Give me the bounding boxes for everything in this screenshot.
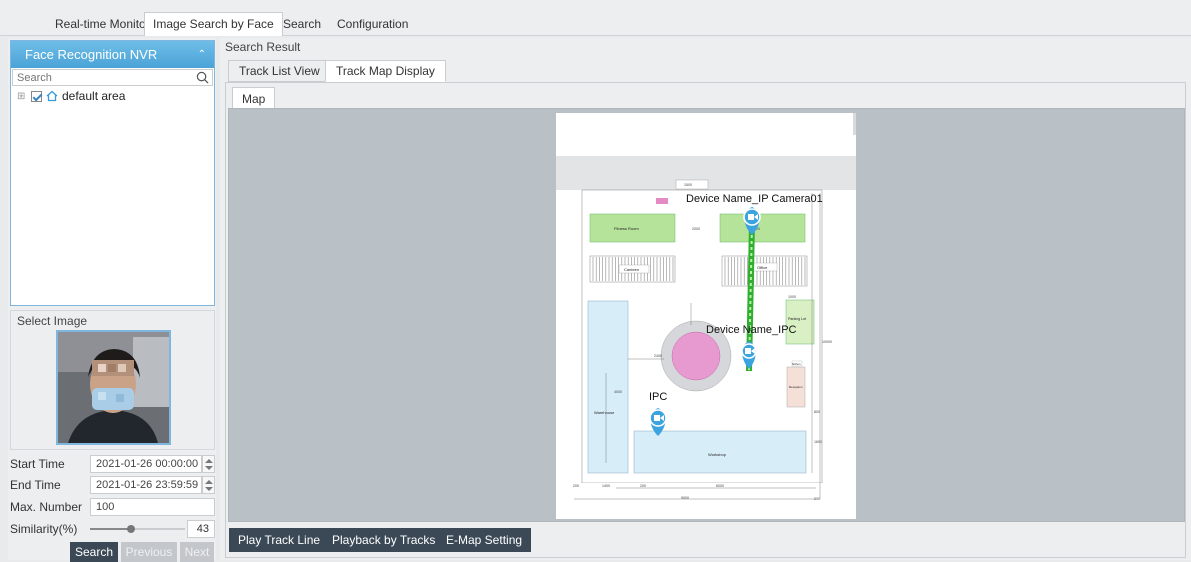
- face-image[interactable]: [56, 330, 171, 445]
- search-button[interactable]: Search: [70, 542, 118, 562]
- start-time-label: Start Time: [10, 457, 65, 471]
- device-tree-header[interactable]: Face Recognition NVR ⌃: [11, 41, 214, 68]
- tab-image-search-by-face[interactable]: Image Search by Face: [144, 12, 283, 36]
- end-time-field[interactable]: 2021-01-26 23:59:59: [90, 476, 202, 494]
- map-dim-label: 1600: [814, 440, 822, 444]
- similarity-slider-fill: [90, 528, 131, 530]
- map-room-label-reception: Reception: [789, 385, 803, 389]
- start-time-stepper[interactable]: [202, 455, 215, 473]
- map-dim-label: 1400: [602, 484, 610, 488]
- camera-label-ipc: IPC: [649, 391, 667, 403]
- similarity-slider[interactable]: [90, 525, 185, 533]
- similarity-row: Similarity(%) 43: [10, 520, 216, 538]
- map-dim-label: 6000: [716, 484, 724, 488]
- map-room-label-office: Office: [757, 265, 768, 270]
- camera-label-ipc-center: Device Name_IPC: [706, 324, 797, 336]
- search-icon[interactable]: [196, 71, 209, 84]
- playback-by-tracks-button[interactable]: Playback by Tracks: [323, 528, 445, 552]
- map-dim-label: 1000: [788, 295, 796, 299]
- map-viewport[interactable]: Fitness Room Canteen Office Parking Lot …: [228, 108, 1185, 522]
- main-panel: Search Result Track List View Track Map …: [220, 38, 1191, 560]
- map-dim-label: 10000: [822, 340, 832, 344]
- map-dim-label: 1500: [684, 183, 692, 187]
- emap-setting-button[interactable]: E-Map Setting: [437, 528, 532, 552]
- left-panel: Face Recognition NVR ⌃ ⊞ default area Se…: [8, 38, 216, 562]
- map-room-label-kitchen: Kitchen: [792, 363, 801, 366]
- select-image-panel: Select Image: [10, 310, 215, 450]
- similarity-label: Similarity(%): [10, 522, 78, 536]
- tree-search-input[interactable]: [13, 70, 193, 85]
- map-room-label-canteen: Canteen: [624, 267, 639, 272]
- tree-item-default-area[interactable]: ⊞ default area: [17, 89, 125, 103]
- map-room-label-workshop: Workshop: [708, 452, 727, 457]
- start-time-field[interactable]: 2021-01-26 00:00:00: [90, 455, 202, 473]
- chevron-up-icon[interactable]: ⌃: [198, 41, 206, 68]
- map-dim-label: 200: [640, 484, 646, 488]
- expand-icon[interactable]: ⊞: [17, 91, 27, 102]
- end-time-label: End Time: [10, 478, 61, 492]
- track-map-panel: Map Fitness Room Canteen Office Parking …: [225, 82, 1186, 558]
- tab-configuration[interactable]: Configuration: [329, 13, 416, 35]
- map-room-label-warehouse: Warehouse: [594, 410, 615, 415]
- next-button[interactable]: Next: [180, 542, 214, 562]
- home-icon: [46, 90, 58, 102]
- select-image-label: Select Image: [17, 314, 88, 328]
- max-number-label: Max. Number: [10, 500, 83, 514]
- tab-track-list-view[interactable]: Track List View: [228, 60, 331, 82]
- device-tree-title: Face Recognition NVR: [25, 47, 158, 62]
- tab-map[interactable]: Map: [232, 87, 276, 109]
- map-room-label-fitness: Fitness Room: [614, 226, 639, 231]
- map-dim-label: 2000: [692, 227, 700, 231]
- device-tree-panel: Face Recognition NVR ⌃ ⊞ default area: [10, 40, 215, 306]
- map-dim-label: 800: [814, 410, 820, 414]
- search-result-label: Search Result: [225, 40, 301, 54]
- similarity-value-field[interactable]: 43: [187, 520, 215, 538]
- map-dim-label: 200: [814, 497, 820, 501]
- tab-search[interactable]: Search: [275, 13, 329, 35]
- max-number-row: Max. Number 100: [10, 498, 216, 516]
- map-dim-label: 200: [573, 484, 579, 488]
- map-dim-label: 4000: [614, 390, 622, 394]
- floor-plan-map[interactable]: Fitness Room Canteen Office Parking Lot …: [556, 113, 856, 519]
- tree-search-box: [12, 69, 213, 86]
- end-time-stepper[interactable]: [202, 476, 215, 494]
- top-tab-bar: Real-time Monitoring Image Search by Fac…: [0, 0, 1191, 36]
- camera-label-ip-camera01: Device Name_IP Camera01: [686, 193, 823, 205]
- map-room-label-parking: Parking Lot: [788, 317, 806, 321]
- play-track-line-button[interactable]: Play Track Line: [229, 528, 330, 552]
- similarity-slider-thumb[interactable]: [126, 525, 135, 533]
- tree-item-label: default area: [62, 89, 126, 103]
- end-time-row: End Time 2021-01-26 23:59:59: [10, 476, 216, 494]
- map-dim-label: 2400: [654, 354, 662, 358]
- max-number-field[interactable]: 100: [90, 498, 215, 516]
- previous-button[interactable]: Previous: [121, 542, 177, 562]
- tab-track-map-display[interactable]: Track Map Display: [325, 60, 446, 82]
- tree-item-checkbox[interactable]: [31, 90, 42, 102]
- start-time-row: Start Time 2021-01-26 00:00:00: [10, 455, 216, 473]
- map-dim-label: 9000: [681, 496, 689, 500]
